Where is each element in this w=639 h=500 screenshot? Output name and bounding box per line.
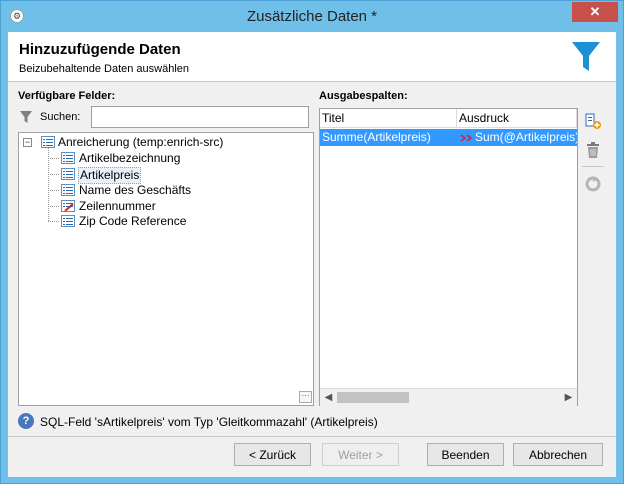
scroll-thumb[interactable] (337, 392, 409, 403)
function-icon (460, 134, 473, 142)
funnel-icon (572, 42, 600, 71)
list-icon (41, 136, 55, 148)
output-columns-label: Ausgabespalten: (319, 90, 408, 102)
tree-guide (48, 174, 59, 175)
tree-node-label: Zeilennummer (79, 199, 156, 213)
tree-guide (48, 221, 59, 222)
cell-expression: Sum(@Artikelpreis) (457, 129, 577, 146)
scroll-left-icon[interactable]: ◀ (320, 389, 337, 406)
key-list-icon (61, 200, 75, 212)
list-icon (61, 215, 75, 227)
tree-node-label: Artikelpreis (78, 167, 142, 184)
cancel-button[interactable]: Abbrechen (513, 443, 603, 466)
dialog-window: ⚙ Zusätzliche Daten * ✕ Hinzuzufügende D… (0, 0, 624, 484)
trash-icon[interactable] (584, 141, 602, 159)
title-bar[interactable]: ⚙ Zusätzliche Daten * ✕ (1, 1, 623, 32)
toolbar-separator (582, 166, 604, 167)
column-header-expression[interactable]: Ausdruck (457, 109, 577, 128)
list-icon (61, 152, 75, 164)
tree-node-label: Name des Geschäfts (79, 183, 192, 197)
tree-guide (48, 158, 59, 159)
tree-guide (48, 190, 59, 191)
table-row[interactable]: Summe(Artikelpreis) Sum(@Artikelpreis) (320, 129, 577, 146)
output-columns-table[interactable]: Titel Ausdruck Summe(Artikelpreis) Sum(@… (319, 108, 578, 406)
window-title: Zusätzliche Daten * (246, 8, 378, 25)
field-info-text: SQL-Feld 'sArtikelpreis' vom Typ 'Gleitk… (40, 415, 378, 429)
tree-node-label: Artikelbezeichnung (79, 151, 181, 165)
scroll-right-icon[interactable]: ▶ (560, 389, 577, 406)
finish-button[interactable]: Beenden (427, 443, 504, 466)
horizontal-scrollbar[interactable]: ◀ ▶ (320, 388, 577, 406)
tree-node-label: Zip Code Reference (79, 214, 187, 228)
footer-divider (8, 436, 616, 437)
header-subtitle: Beizubehaltende Daten auswählen (19, 63, 190, 75)
dialog-client: Hinzuzufügende Daten Beizubehaltende Dat… (8, 32, 616, 477)
column-header-title[interactable]: Titel (320, 109, 457, 128)
tree-guide (48, 206, 59, 207)
more-options-icon[interactable]: ··· (299, 391, 312, 403)
add-column-icon[interactable] (584, 112, 602, 130)
back-button[interactable]: < Zurück (234, 443, 311, 466)
search-label: Suchen: (40, 111, 81, 123)
fields-tree[interactable]: − Anreicherung (temp:enrich-src) Artikel… (18, 132, 314, 406)
list-icon (61, 184, 75, 196)
header-title: Hinzuzufügende Daten (19, 41, 181, 58)
close-button[interactable]: ✕ (572, 2, 618, 22)
dialog-header: Hinzuzufügende Daten Beizubehaltende Dat… (8, 32, 616, 82)
cell-title: Summe(Artikelpreis) (322, 130, 431, 144)
available-fields-label: Verfügbare Felder: (18, 90, 116, 102)
cell-expression-text: Sum(@Artikelpreis) (475, 130, 577, 144)
next-button[interactable]: Weiter > (322, 443, 399, 466)
search-input[interactable] (91, 106, 309, 128)
filter-icon (20, 111, 32, 123)
list-icon (61, 168, 75, 180)
help-icon: ? (18, 413, 34, 429)
collapse-icon[interactable]: − (23, 138, 32, 147)
refresh-icon[interactable] (584, 175, 602, 193)
tree-node-label: Anreicherung (temp:enrich-src) (58, 135, 224, 149)
